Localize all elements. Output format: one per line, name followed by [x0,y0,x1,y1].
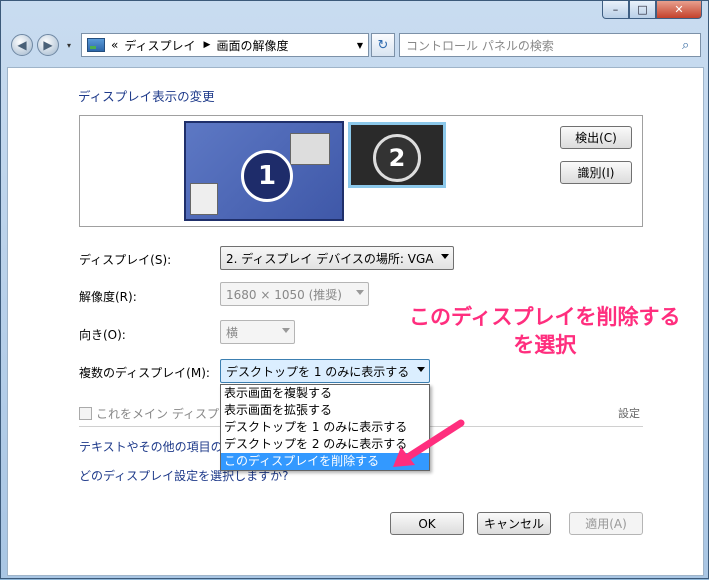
annotation-callout: このディスプレイを削除する を選択 [409,303,681,359]
annotation-arrow-icon [393,419,465,467]
control-panel-window: – □ ✕ ◀ ▶ ▾ « ディスプレイ ▶ 画面の解像度 ▼ ↻ コントロール… [0,0,709,579]
annotation-line-1: このディスプレイを削除する [409,305,681,329]
annotation-line-2: を選択 [513,333,577,357]
